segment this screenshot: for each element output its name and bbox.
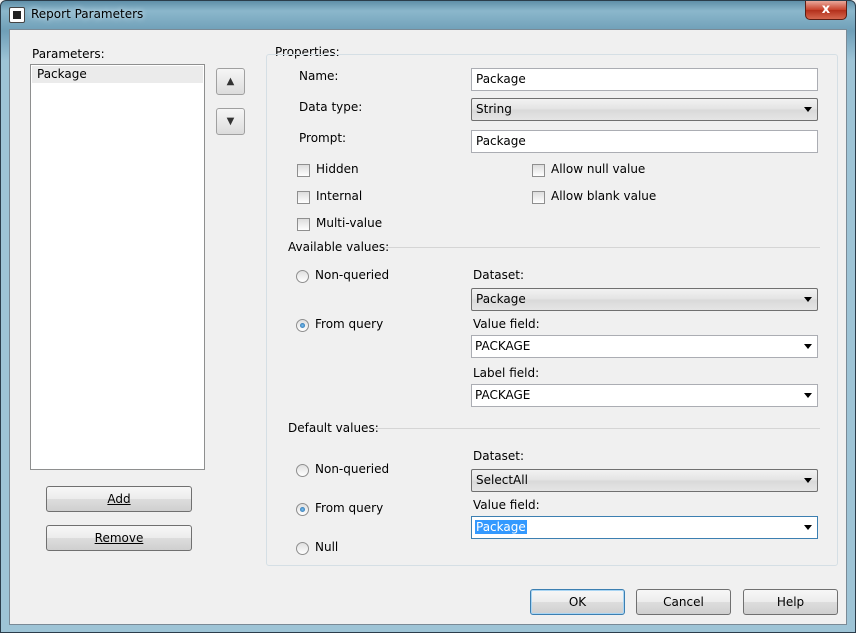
default-null-label: Null (315, 540, 339, 554)
ok-button[interactable]: OK (530, 589, 625, 615)
chevron-down-icon (804, 525, 812, 530)
window-title: Report Parameters (31, 7, 144, 21)
chevron-down-icon (804, 344, 812, 349)
prompt-label: Prompt: (299, 131, 347, 145)
allow-blank-label: Allow blank value (551, 189, 657, 203)
list-item[interactable]: Package (32, 66, 203, 83)
available-dataset-label: Dataset: (473, 268, 525, 282)
default-fromquery-label: From query (315, 501, 384, 515)
remove-button[interactable]: Remove (46, 525, 192, 551)
available-dataset-select[interactable]: Package (471, 288, 818, 311)
add-button[interactable]: Add (46, 486, 192, 512)
available-valuefield-label: Value field: (473, 317, 540, 331)
close-button[interactable]: x (805, 1, 847, 20)
available-valuefield-select[interactable]: PACKAGE (471, 335, 818, 358)
allow-blank-checkbox[interactable] (532, 191, 545, 204)
available-nonqueried-label: Non-queried (315, 268, 390, 282)
available-fromquery-label: From query (315, 317, 384, 331)
allow-null-label: Allow null value (551, 162, 646, 176)
chevron-down-icon (804, 478, 812, 483)
name-label: Name: (299, 69, 339, 83)
hidden-label: Hidden (316, 162, 359, 176)
default-dataset-label: Dataset: (473, 449, 525, 463)
hidden-checkbox[interactable] (297, 164, 310, 177)
move-up-button[interactable]: ▲ (216, 68, 245, 95)
available-fromquery-radio[interactable] (296, 319, 309, 332)
available-values-divider (384, 247, 820, 248)
multivalue-checkbox[interactable] (297, 218, 310, 231)
datatype-select[interactable]: String (471, 98, 818, 121)
chevron-down-icon (804, 393, 812, 398)
report-parameters-window: Report Parameters x Parameters: Package … (0, 0, 856, 633)
default-values-divider (374, 428, 820, 429)
available-labelfield-value: PACKAGE (475, 388, 531, 402)
available-valuefield-value: PACKAGE (475, 339, 531, 353)
default-valuefield-value: Package (475, 520, 527, 534)
default-valuefield-label: Value field: (473, 498, 540, 512)
chevron-down-icon (804, 107, 812, 112)
available-labelfield-label: Label field: (473, 366, 540, 380)
default-fromquery-radio[interactable] (296, 503, 309, 516)
allow-null-checkbox[interactable] (532, 164, 545, 177)
default-nonqueried-radio[interactable] (296, 464, 309, 477)
title-bar: Report Parameters x (1, 1, 855, 29)
internal-label: Internal (316, 189, 363, 203)
arrow-up-icon: ▲ (226, 76, 235, 87)
prompt-field[interactable]: Package (471, 130, 818, 153)
dialog-client-area: Parameters: Package ▲ ▼ Add Remove Prope… (9, 29, 847, 625)
default-valuefield-select[interactable]: Package (471, 516, 818, 539)
default-values-heading: Default values: (288, 421, 379, 435)
available-labelfield-select[interactable]: PACKAGE (471, 384, 818, 407)
default-null-radio[interactable] (296, 542, 309, 555)
datatype-value: String (476, 102, 512, 116)
parameters-list[interactable]: Package (30, 64, 205, 470)
arrow-down-icon: ▼ (226, 116, 235, 127)
multivalue-label: Multi-value (316, 216, 383, 230)
remove-button-label: Remove (94, 531, 144, 545)
default-dataset-value: SelectAll (476, 473, 528, 487)
datatype-label: Data type: (299, 100, 363, 114)
internal-checkbox[interactable] (297, 191, 310, 204)
help-button[interactable]: Help (743, 589, 838, 615)
default-dataset-select[interactable]: SelectAll (471, 469, 818, 492)
add-button-label: Add (107, 492, 131, 506)
available-values-heading: Available values: (288, 240, 390, 254)
cancel-button[interactable]: Cancel (636, 589, 731, 615)
chevron-down-icon (804, 297, 812, 302)
parameters-label: Parameters: (32, 47, 105, 61)
default-nonqueried-label: Non-queried (315, 462, 390, 476)
move-down-button[interactable]: ▼ (216, 108, 245, 135)
report-app-icon (9, 7, 25, 23)
name-field[interactable]: Package (471, 68, 818, 91)
available-dataset-value: Package (476, 292, 526, 306)
available-nonqueried-radio[interactable] (296, 270, 309, 283)
